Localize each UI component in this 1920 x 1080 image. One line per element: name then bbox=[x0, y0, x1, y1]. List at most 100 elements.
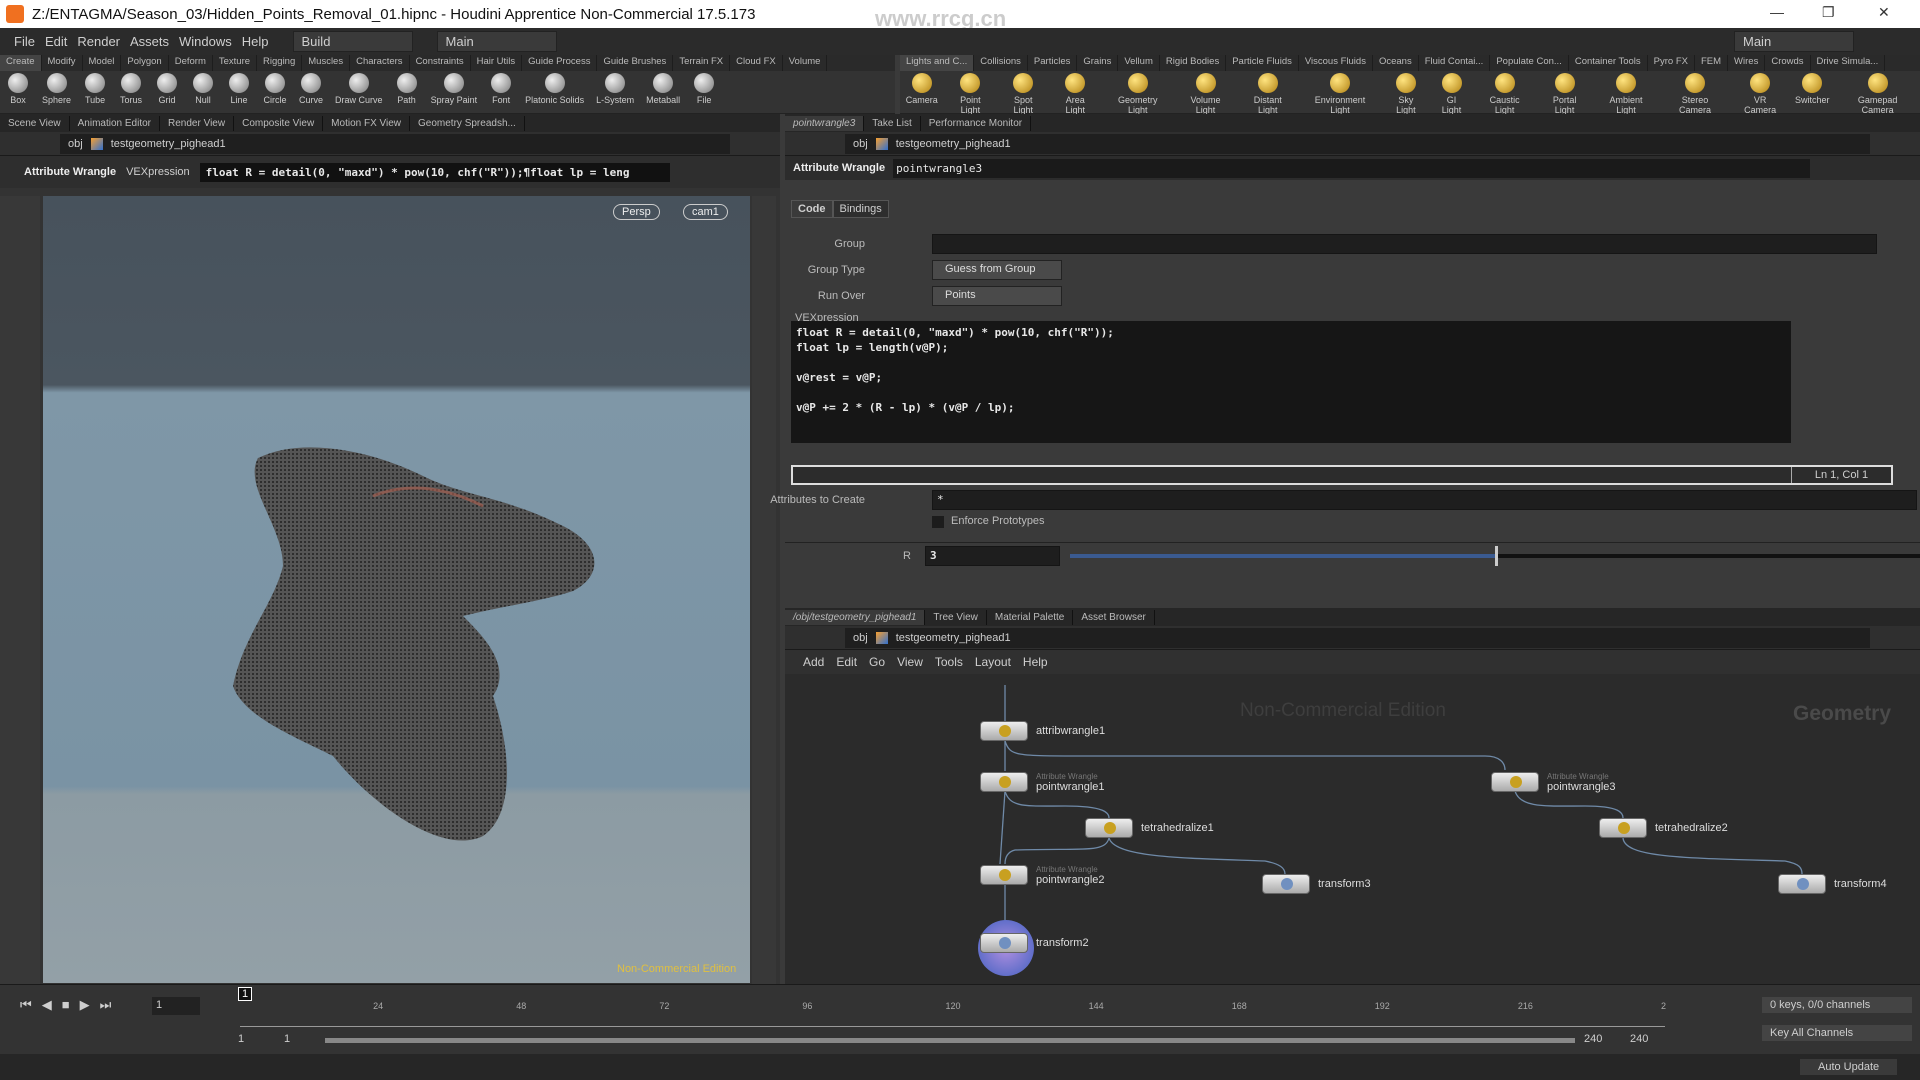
r-field[interactable]: 3 bbox=[925, 546, 1060, 566]
node-attribwrangle1[interactable]: attribwrangle1 bbox=[980, 721, 1105, 741]
range-end-field[interactable]: 240 bbox=[1630, 1033, 1648, 1045]
menu-render[interactable]: Render bbox=[77, 34, 120, 49]
group-type-select[interactable]: Guess from Group bbox=[932, 260, 1062, 280]
shelf-tab-collisions[interactable]: Collisions bbox=[974, 55, 1028, 71]
playback-end-field[interactable]: 240 bbox=[1584, 1033, 1602, 1045]
path-obj[interactable]: obj bbox=[68, 138, 83, 150]
shelf-tab-particles[interactable]: Particles bbox=[1028, 55, 1078, 71]
tool-area-light[interactable]: Area Light bbox=[1049, 73, 1101, 115]
node-transform3[interactable]: transform3 bbox=[1262, 874, 1371, 894]
shelf-tab-populate-con[interactable]: Populate Con... bbox=[1490, 55, 1569, 71]
shelf-tab-volume[interactable]: Volume bbox=[783, 55, 828, 71]
node-transform4[interactable]: transform4 bbox=[1778, 874, 1887, 894]
tool-path[interactable]: Path bbox=[389, 73, 425, 105]
tool-volume-light[interactable]: Volume Light bbox=[1174, 73, 1237, 115]
left-toolbar[interactable] bbox=[0, 196, 40, 984]
path-geo[interactable]: testgeometry_pighead1 bbox=[111, 138, 226, 150]
tool-switcher[interactable]: Switcher bbox=[1789, 73, 1835, 115]
tool-spray-paint[interactable]: Spray Paint bbox=[425, 73, 484, 105]
tool-file[interactable]: File bbox=[686, 73, 722, 105]
tool-line[interactable]: Line bbox=[221, 73, 257, 105]
tool-environment-light[interactable]: Environment Light bbox=[1298, 73, 1381, 115]
tool-geometry-light[interactable]: Geometry Light bbox=[1101, 73, 1173, 115]
shelf-tab-lights-and-c[interactable]: Lights and C... bbox=[900, 55, 975, 71]
shelf-tab-polygon[interactable]: Polygon bbox=[121, 55, 169, 71]
update-mode-select[interactable]: Auto Update bbox=[1800, 1059, 1898, 1075]
code-editor[interactable]: float R = detail(0, "maxd") * pow(10, ch… bbox=[791, 321, 1791, 443]
tab-take-list[interactable]: Take List bbox=[864, 115, 921, 131]
playback-start-field[interactable]: 1 bbox=[284, 1033, 290, 1045]
attributes-field[interactable]: * bbox=[932, 490, 1917, 510]
shelf-tab-oceans[interactable]: Oceans bbox=[1373, 55, 1419, 71]
tool-portal-light[interactable]: Portal Light bbox=[1536, 73, 1593, 115]
tab-code[interactable]: Code bbox=[791, 200, 833, 218]
tool-null[interactable]: Null bbox=[185, 73, 221, 105]
shelf-tab-container-tools[interactable]: Container Tools bbox=[1569, 55, 1648, 71]
tool-gamepad-camera[interactable]: Gamepad Camera bbox=[1835, 73, 1920, 115]
menu-help[interactable]: Help bbox=[242, 34, 269, 49]
main-select[interactable]: Main bbox=[436, 31, 557, 52]
shelf-tab-wires[interactable]: Wires bbox=[1728, 55, 1766, 71]
tab-composite-view[interactable]: Composite View bbox=[234, 115, 324, 131]
tool-sky-light[interactable]: Sky Light bbox=[1382, 73, 1430, 115]
r-slider[interactable] bbox=[1070, 546, 1920, 566]
shelf-tab-pyro-fx[interactable]: Pyro FX bbox=[1648, 55, 1695, 71]
shelf-tab-terrain-fx[interactable]: Terrain FX bbox=[673, 55, 731, 71]
run-over-select[interactable]: Points bbox=[932, 286, 1062, 306]
tab-render-view[interactable]: Render View bbox=[160, 115, 235, 131]
shelf-tab-vellum[interactable]: Vellum bbox=[1118, 55, 1160, 71]
tool-font[interactable]: Font bbox=[483, 73, 519, 105]
jump-end-button[interactable]: ⏭ bbox=[100, 997, 112, 1013]
shelf-tab-model[interactable]: Model bbox=[83, 55, 122, 71]
tool-metaball[interactable]: Metaball bbox=[640, 73, 686, 105]
enforce-prototypes-checkbox[interactable] bbox=[932, 516, 944, 528]
tool-l-system[interactable]: L-System bbox=[590, 73, 640, 105]
range-start-field[interactable]: 1 bbox=[238, 1033, 244, 1045]
tool-box[interactable]: Box bbox=[0, 73, 36, 105]
shelf-tab-cloud-fx[interactable]: Cloud FX bbox=[730, 55, 783, 71]
persp-menu[interactable]: Persp bbox=[613, 204, 660, 220]
play-reverse-button[interactable]: ◀ bbox=[42, 997, 52, 1013]
tab-scene-view[interactable]: Scene View bbox=[0, 115, 70, 131]
shelf-tab-characters[interactable]: Characters bbox=[350, 55, 410, 71]
tool-torus[interactable]: Torus bbox=[113, 73, 149, 105]
main-select-right[interactable]: Main bbox=[1734, 31, 1854, 52]
shelf-tab-rigid-bodies[interactable]: Rigid Bodies bbox=[1160, 55, 1227, 71]
node-pointwrangle2[interactable]: Attribute Wrangle pointwrangle2 bbox=[980, 864, 1105, 886]
shelf-tab-grains[interactable]: Grains bbox=[1077, 55, 1119, 71]
right-toolbar[interactable] bbox=[752, 196, 776, 984]
shelf-tab-hair-utils[interactable]: Hair Utils bbox=[471, 55, 523, 71]
tab-performance-monitor[interactable]: Performance Monitor bbox=[921, 115, 1032, 131]
tab-pointwrangle3[interactable]: pointwrangle3 bbox=[785, 115, 865, 131]
shelf-tab-guide-brushes[interactable]: Guide Brushes bbox=[597, 55, 674, 71]
viewport[interactable]: Persp cam1 Non-Commercial Edition bbox=[43, 196, 750, 983]
tool-ambient-light[interactable]: Ambient Light bbox=[1593, 73, 1659, 115]
r-slider-handle[interactable] bbox=[1495, 546, 1498, 566]
playhead[interactable]: 1 bbox=[238, 987, 253, 1001]
minimize-button[interactable]: — bbox=[1770, 4, 1784, 20]
tool-gi-light[interactable]: GI Light bbox=[1430, 73, 1473, 115]
group-field[interactable] bbox=[932, 234, 1877, 254]
tool-caustic-light[interactable]: Caustic Light bbox=[1473, 73, 1536, 115]
play-button[interactable]: ▶ bbox=[80, 997, 90, 1013]
current-frame-field[interactable]: 1 bbox=[152, 997, 200, 1015]
node-name-field[interactable]: pointwrangle3 bbox=[893, 158, 1810, 178]
shelf-tab-guide-process[interactable]: Guide Process bbox=[522, 55, 598, 71]
node-tetrahedralize2[interactable]: tetrahedralize2 bbox=[1599, 818, 1728, 838]
tab-bindings[interactable]: Bindings bbox=[832, 200, 889, 218]
shelf-tab-rigging[interactable]: Rigging bbox=[257, 55, 303, 71]
tab-animation-editor[interactable]: Animation Editor bbox=[70, 115, 161, 131]
jump-start-button[interactable]: ⏮ bbox=[20, 997, 32, 1013]
tool-circle[interactable]: Circle bbox=[257, 73, 293, 105]
menu-edit[interactable]: Edit bbox=[45, 34, 67, 49]
close-button[interactable]: ✕ bbox=[1878, 4, 1890, 21]
tab-motion-fx-view[interactable]: Motion FX View bbox=[323, 115, 411, 131]
shelf-tab-viscous-fluids[interactable]: Viscous Fluids bbox=[1299, 55, 1373, 71]
tool-camera[interactable]: Camera bbox=[900, 73, 943, 115]
menu-assets[interactable]: Assets bbox=[130, 34, 169, 49]
maximize-button[interactable]: ❐ bbox=[1822, 4, 1835, 21]
tool-curve[interactable]: Curve bbox=[293, 73, 329, 105]
tool-platonic-solids[interactable]: Platonic Solids bbox=[519, 73, 590, 105]
stop-button[interactable]: ■ bbox=[62, 997, 70, 1013]
shelf-tab-particle-fluids[interactable]: Particle Fluids bbox=[1226, 55, 1299, 71]
